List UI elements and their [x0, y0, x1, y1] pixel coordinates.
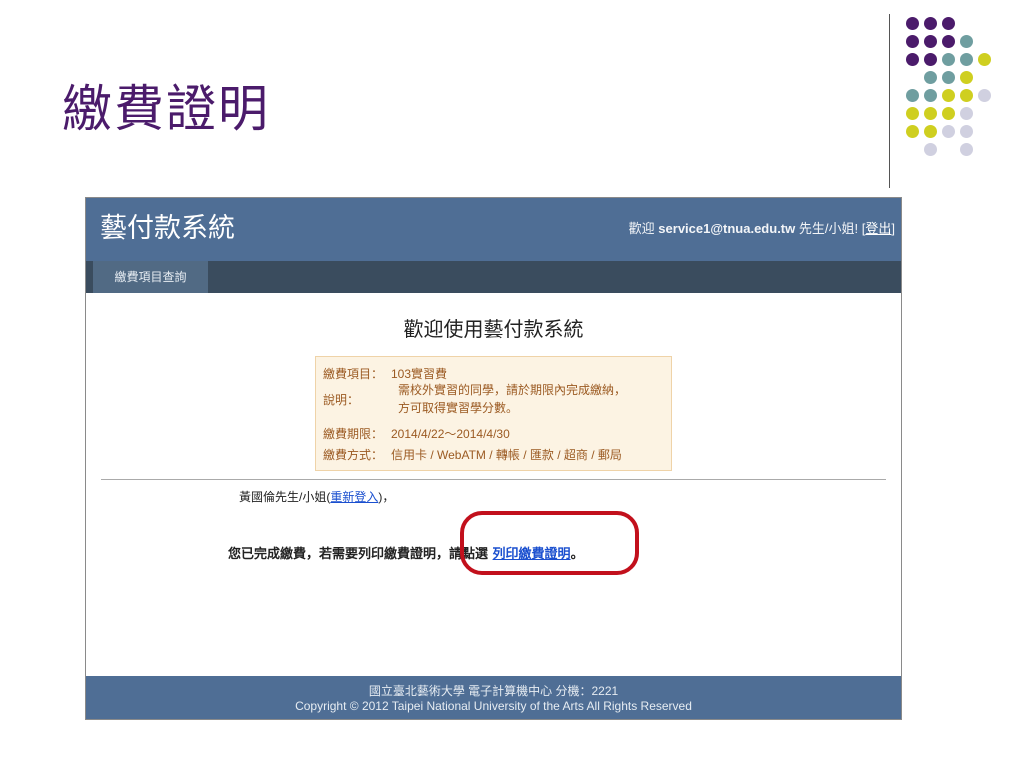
dot	[906, 89, 919, 102]
footer-copyright: Copyright © 2012 Taipei National Univers…	[295, 699, 692, 713]
item-label: 繳費項目：	[323, 367, 384, 381]
slide-title: 繳費證明	[62, 80, 270, 138]
footer-line1: 國立臺北藝術大學 電子計算機中心 分機：2221	[368, 684, 619, 698]
dot	[942, 17, 955, 30]
method-value: 信用卡 / WebATM / 轉帳 / 匯款 / 超商 / 郵局	[391, 448, 622, 462]
nav-bar: 繳費項目查詢	[86, 261, 901, 293]
app-title: 藝付款系統	[100, 213, 235, 244]
logout-link[interactable]: 登出	[865, 221, 891, 236]
dot	[960, 125, 973, 138]
method-label: 繳費方式：	[323, 448, 384, 462]
tab-payment-query[interactable]: 繳費項目查詢	[93, 261, 208, 293]
app-screenshot: 藝付款系統 歡迎 service1@tnua.edu.tw 先生/小姐! [登出…	[85, 197, 902, 720]
dot	[978, 89, 991, 102]
dot	[960, 35, 973, 48]
period-value: 2014/4/22～2014/4/30	[391, 427, 510, 441]
dot	[942, 35, 955, 48]
dot	[942, 89, 955, 102]
dot	[960, 53, 973, 66]
desc-line1: 需校外實習的同學，請於期限內完成繳納，	[398, 383, 627, 397]
dot	[906, 53, 919, 66]
dot	[924, 125, 937, 138]
dot	[924, 71, 937, 84]
relogin-link[interactable]: 重新登入	[330, 490, 378, 504]
payment-info-box: 繳費項目： 103實習費 說明： 需校外實習的同學，請於期限內完成繳納， 方可取…	[315, 356, 672, 471]
app-footer: 國立臺北藝術大學 電子計算機中心 分機：2221 Copyright © 201…	[86, 676, 901, 719]
section-divider	[101, 479, 886, 480]
dot	[978, 53, 991, 66]
bracket-close: ]	[891, 221, 895, 236]
dot	[942, 53, 955, 66]
dot	[960, 71, 973, 84]
dot	[924, 17, 937, 30]
welcome-bar: 歡迎 service1@tnua.edu.tw 先生/小姐! [登出]	[629, 218, 895, 237]
dot	[924, 107, 937, 120]
highlight-annotation	[460, 511, 639, 575]
user-suffix: )，	[378, 490, 395, 504]
honorific: 先生/小姐!	[798, 221, 859, 236]
divider-line	[889, 14, 890, 188]
dot	[960, 89, 973, 102]
dot	[942, 125, 955, 138]
dot	[960, 107, 973, 120]
app-header: 藝付款系統 歡迎 service1@tnua.edu.tw 先生/小姐! [登出…	[86, 198, 901, 261]
dot	[924, 89, 937, 102]
user-name: 黃國倫先生/小姐(	[239, 490, 331, 504]
page-heading: 歡迎使用藝付款系統	[403, 317, 584, 341]
dot	[924, 35, 937, 48]
dot	[960, 143, 973, 156]
dot	[906, 35, 919, 48]
welcome-prefix: 歡迎	[628, 221, 655, 236]
dot	[924, 143, 937, 156]
dot	[942, 107, 955, 120]
dot	[906, 17, 919, 30]
dot	[906, 107, 919, 120]
user-greeting: 黃國倫先生/小姐(重新登入)，	[239, 488, 394, 505]
period-label: 繳費期限：	[323, 427, 384, 441]
user-email: service1@tnua.edu.tw	[658, 221, 796, 236]
dot	[906, 125, 919, 138]
dot	[942, 71, 955, 84]
item-value: 103實習費	[391, 367, 448, 381]
desc-label: 說明：	[323, 393, 360, 407]
desc-line2: 方可取得實習學分數。	[398, 401, 519, 415]
dot	[924, 53, 937, 66]
done-text: 您已完成繳費，若需要列印繳費證明，請點選	[228, 547, 489, 562]
